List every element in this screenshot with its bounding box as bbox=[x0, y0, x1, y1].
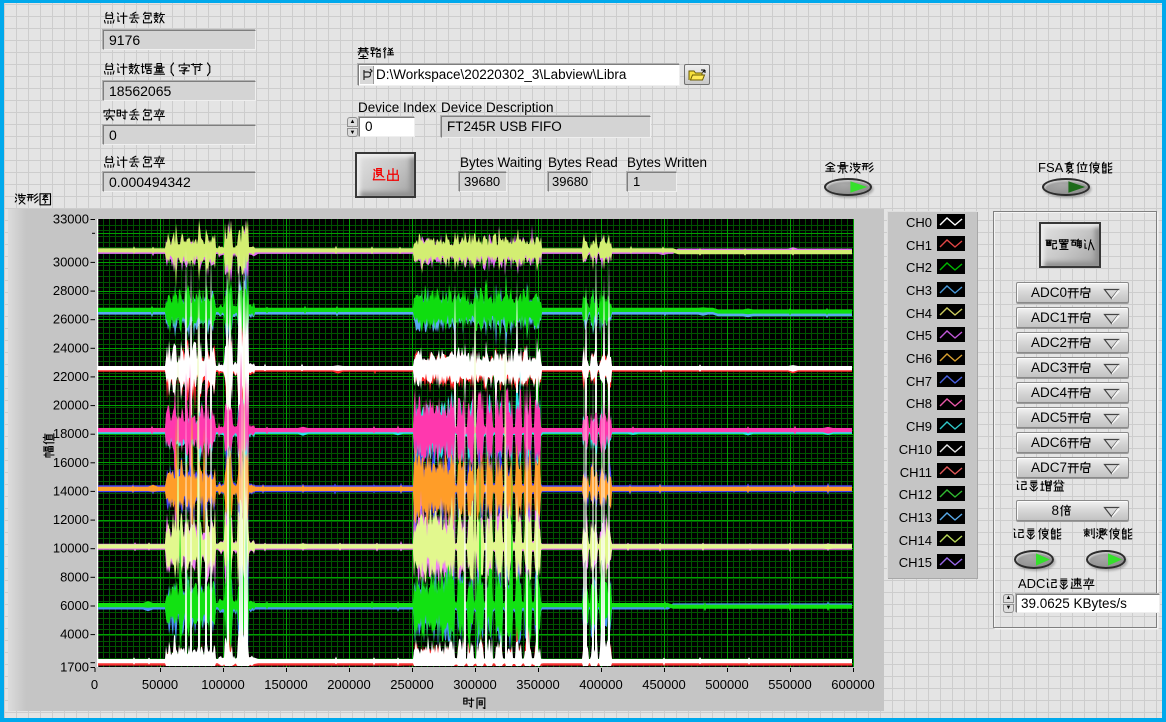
svg-text:18000: 18000 bbox=[53, 426, 89, 441]
svg-text:450000: 450000 bbox=[642, 677, 685, 692]
svg-text:20000: 20000 bbox=[53, 398, 89, 413]
svg-text:100000: 100000 bbox=[201, 677, 244, 692]
svg-text:22000: 22000 bbox=[53, 369, 89, 384]
svg-text:300000: 300000 bbox=[453, 677, 496, 692]
svg-text:0: 0 bbox=[91, 677, 98, 692]
svg-text:30000: 30000 bbox=[53, 254, 89, 269]
svg-text:8000: 8000 bbox=[60, 569, 89, 584]
svg-text:200000: 200000 bbox=[327, 677, 370, 692]
svg-text:600000: 600000 bbox=[831, 677, 874, 692]
svg-text:150000: 150000 bbox=[264, 677, 307, 692]
svg-text:350000: 350000 bbox=[516, 677, 559, 692]
svg-text:14000: 14000 bbox=[53, 483, 89, 498]
svg-text:400000: 400000 bbox=[579, 677, 622, 692]
svg-text:33000: 33000 bbox=[53, 212, 89, 227]
svg-text:10000: 10000 bbox=[53, 541, 89, 556]
svg-text:1700: 1700 bbox=[60, 660, 89, 675]
svg-text:250000: 250000 bbox=[390, 677, 433, 692]
svg-text:28000: 28000 bbox=[53, 283, 89, 298]
svg-text:550000: 550000 bbox=[768, 677, 811, 692]
svg-text:500000: 500000 bbox=[705, 677, 748, 692]
svg-text:4000: 4000 bbox=[60, 627, 89, 642]
svg-text:6000: 6000 bbox=[60, 598, 89, 613]
svg-text:12000: 12000 bbox=[53, 512, 89, 527]
svg-text:24000: 24000 bbox=[53, 340, 89, 355]
svg-text:50000: 50000 bbox=[142, 677, 178, 692]
svg-text:16000: 16000 bbox=[53, 455, 89, 470]
svg-text:26000: 26000 bbox=[53, 312, 89, 327]
